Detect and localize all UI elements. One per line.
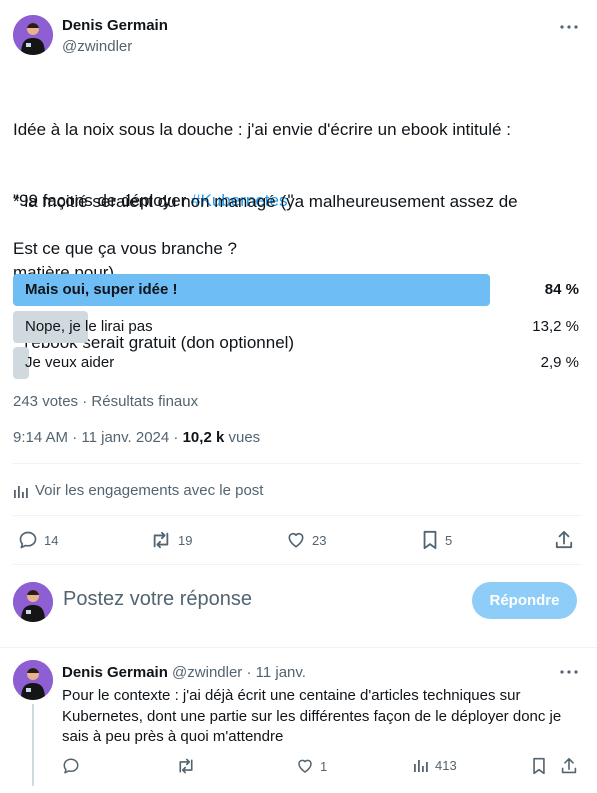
timestamp-separator: ·: [173, 429, 179, 446]
bookmark-action[interactable]: 5: [421, 530, 452, 550]
poll-option-label: Mais oui, super idée !: [25, 281, 178, 298]
like-count: 23: [312, 532, 327, 548]
divider: [0, 647, 597, 648]
poll-votes: 243 votes: [13, 393, 79, 410]
more-options-icon[interactable]: [559, 17, 579, 37]
avatar-image: [13, 15, 53, 55]
poll-option-percent: 84 %: [544, 281, 579, 298]
poll-option-label: Nope, je le lirai pas: [25, 318, 153, 335]
tweet-date[interactable]: 11 janv. 2024: [81, 429, 169, 446]
heart-icon: [298, 759, 312, 773]
divider: [13, 463, 581, 464]
author-handle[interactable]: @zwindler: [62, 38, 132, 55]
avatar-image: [13, 660, 53, 700]
reply-bookmark-action[interactable]: [531, 757, 547, 775]
reply-button[interactable]: Répondre: [472, 582, 577, 619]
reply-input[interactable]: Postez votre réponse: [63, 588, 453, 616]
reply-like-action[interactable]: 1: [296, 757, 327, 775]
heart-icon: [288, 532, 304, 548]
reply-more-options-icon[interactable]: [559, 662, 579, 682]
views-count: 10,2 k: [182, 429, 225, 446]
reply-line-1: Pour le contexte : j'ai déjà écrit une c…: [62, 687, 521, 704]
poll-option-label: Je veux aider: [25, 354, 115, 371]
poll-separator: ·: [82, 393, 88, 410]
thread-line: [32, 704, 34, 786]
poll-status: Résultats finaux: [91, 393, 199, 410]
reply-input-placeholder: Postez votre réponse: [63, 588, 252, 610]
reply-line-3: sais à peu près à quoi m'attendre: [62, 728, 284, 745]
tweet-bullet-1-line-1: * la moitié seraient du non managé (ya m…: [13, 192, 518, 211]
avatar-image: [13, 582, 53, 622]
reply-share-action[interactable]: [561, 757, 577, 775]
poll-option: Je veux aider 2,9 %: [13, 347, 581, 379]
reply-repost-action[interactable]: [176, 757, 196, 775]
bookmark-icon: [533, 757, 545, 775]
divider: [13, 515, 581, 516]
tweet-timestamp: 9:14 AM · 11 janv. 2024 · 10,2 k vues: [13, 429, 260, 446]
repost-icon: [153, 531, 169, 549]
timestamp-separator: ·: [72, 429, 78, 446]
reply-icon: [19, 531, 37, 549]
share-icon: [555, 531, 573, 549]
tweet-time[interactable]: 9:14 AM: [13, 429, 68, 446]
author-avatar[interactable]: [13, 15, 53, 55]
reply-author-avatar[interactable]: [13, 660, 53, 700]
reply-icon: [63, 758, 79, 774]
view-engagements-label: Voir les engagements avec le post: [35, 482, 264, 499]
view-engagements-link[interactable]: Voir les engagements avec le post: [13, 482, 263, 499]
reply-line-2: Kubernetes, dont une partie sur les diff…: [62, 707, 562, 725]
poll-option-percent: 13,2 %: [532, 318, 579, 335]
tweet-line-1: Idée à la noix sous la douche : j'ai env…: [13, 120, 511, 139]
reply-header: Denis Germain @zwindler · 11 janv.: [62, 664, 306, 681]
bookmark-count: 5: [445, 532, 453, 548]
reply-text: Pour le contexte : j'ai déjà écrit une c…: [62, 686, 587, 748]
reply-like-count: 1: [320, 758, 328, 774]
user-avatar[interactable]: [13, 582, 53, 622]
poll-option-percent: 2,9 %: [540, 354, 579, 371]
views-label: vues: [228, 429, 261, 446]
analytics-icon: [14, 485, 28, 498]
like-action[interactable]: 23: [286, 530, 326, 550]
reply-date[interactable]: 11 janv.: [256, 664, 306, 681]
reply-author-name[interactable]: Denis Germain: [62, 664, 168, 681]
reply-reply-action[interactable]: [62, 757, 80, 775]
reply-action[interactable]: 14: [18, 530, 58, 550]
repost-count: 19: [178, 532, 193, 548]
share-action[interactable]: [555, 530, 573, 550]
bookmark-icon: [423, 530, 437, 550]
reply-views-action[interactable]: 413: [413, 757, 457, 773]
author-name[interactable]: Denis Germain: [62, 17, 168, 34]
poll-option: Mais oui, super idée ! 84 %: [13, 274, 581, 306]
reply-author-handle[interactable]: @zwindler: [172, 664, 242, 681]
analytics-icon: [414, 760, 428, 772]
reply-views-count: 413: [435, 757, 457, 773]
reply-count: 14: [44, 532, 59, 548]
poll-option: Nope, je le lirai pas 13,2 %: [13, 311, 581, 343]
repost-action[interactable]: 19: [150, 530, 192, 550]
repost-icon: [179, 758, 193, 774]
share-icon: [561, 758, 577, 774]
tweet-question: Est ce que ça vous branche ?: [13, 239, 237, 258]
reply-separator: ·: [246, 664, 252, 681]
divider: [13, 564, 581, 565]
poll-summary: 243 votes · Résultats finaux: [13, 393, 198, 410]
